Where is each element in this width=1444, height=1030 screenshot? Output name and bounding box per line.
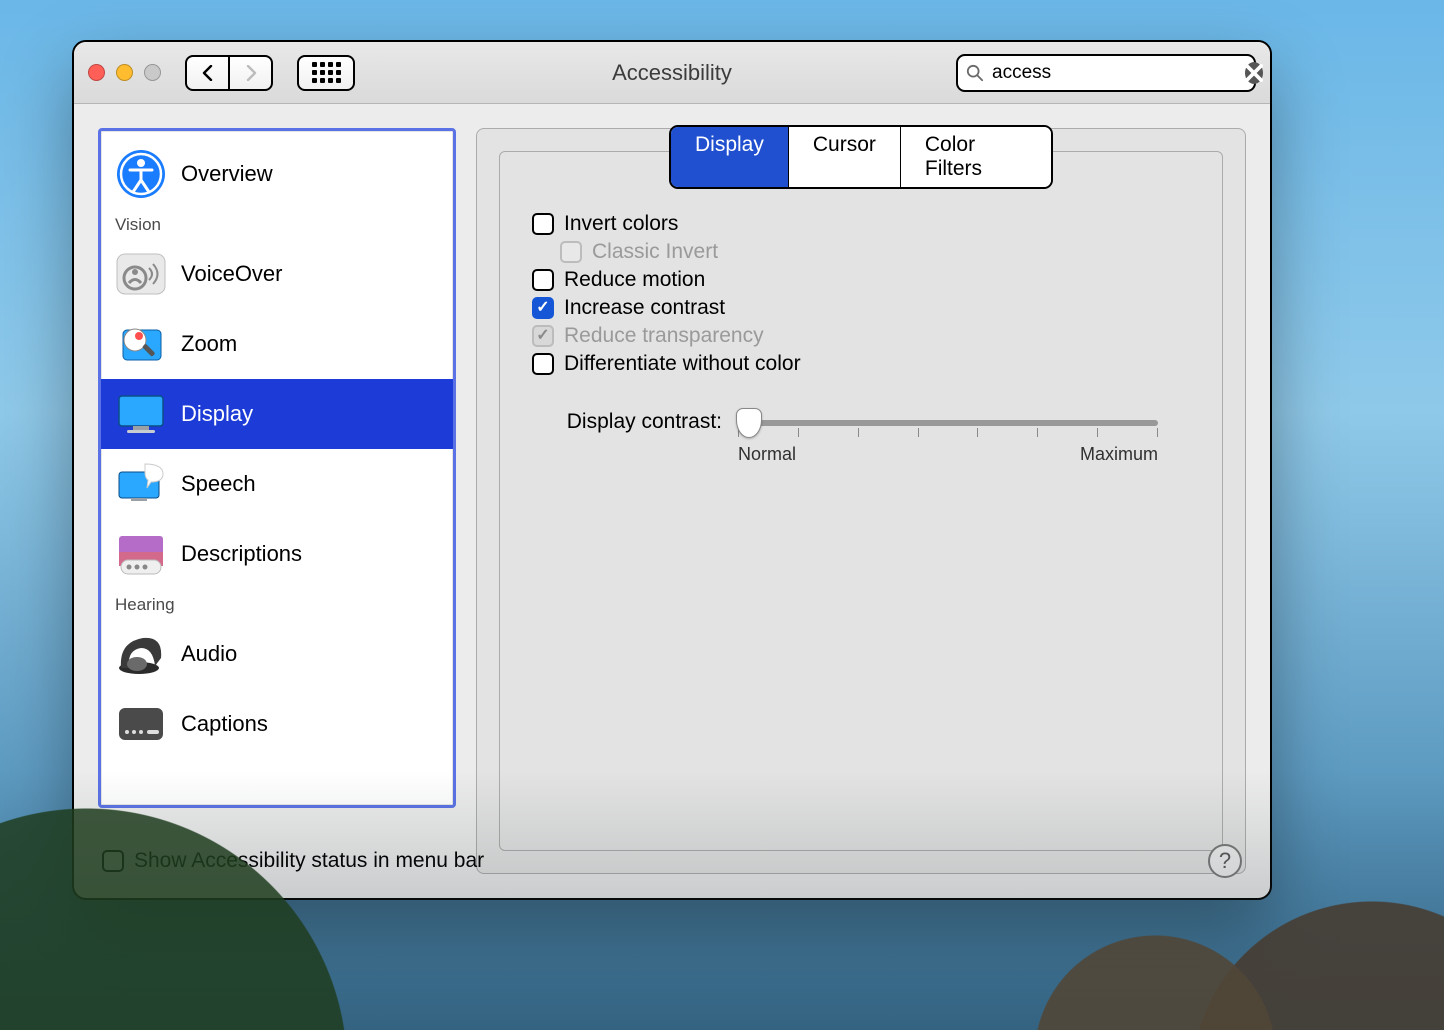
contrast-slider[interactable] (738, 420, 1158, 426)
sidebar-item-label: Speech (181, 471, 256, 497)
option-label: Classic Invert (592, 240, 718, 264)
sidebar-item-display[interactable]: Display (101, 379, 453, 449)
help-button[interactable]: ? (1208, 844, 1242, 878)
window-controls (88, 64, 161, 81)
sidebar-item-label: Audio (181, 641, 237, 667)
sidebar: Overview Vision VoiceOver (98, 128, 456, 808)
sidebar-item-label: Zoom (181, 331, 237, 357)
chevron-right-icon (245, 65, 257, 81)
preferences-window: Accessibility (72, 40, 1272, 900)
search-input[interactable] (992, 62, 1237, 84)
zoom-icon (115, 318, 167, 370)
sidebar-item-speech[interactable]: Speech (101, 449, 453, 519)
clear-search-button[interactable] (1245, 62, 1263, 84)
footer: Show Accessibility status in menu bar ? (74, 830, 1270, 898)
content-area: Overview Vision VoiceOver (74, 104, 1270, 898)
nav-buttons (185, 55, 273, 91)
option-reduce-motion[interactable]: Reduce motion (532, 268, 1190, 292)
x-icon (1245, 64, 1263, 82)
slider-min-label: Normal (738, 444, 796, 465)
question-mark-icon: ? (1219, 848, 1231, 874)
sidebar-section-hearing: Hearing (101, 589, 453, 619)
option-label: Increase contrast (564, 296, 725, 320)
search-field[interactable] (956, 54, 1256, 92)
slider-max-label: Maximum (1080, 444, 1158, 465)
sidebar-item-descriptions[interactable]: Descriptions (101, 519, 453, 589)
slider-thumb[interactable] (736, 408, 762, 438)
speech-icon (115, 458, 167, 510)
detail-panel: Display Cursor Color Filters Invert colo… (476, 128, 1246, 874)
sidebar-item-label: VoiceOver (181, 261, 283, 287)
overview-icon (115, 148, 167, 200)
sidebar-item-label: Captions (181, 711, 268, 737)
option-increase-contrast[interactable]: Increase contrast (532, 296, 1190, 320)
display-contrast-control: Display contrast: Normal Maximum (532, 410, 1190, 465)
tab-cursor[interactable]: Cursor (789, 127, 901, 187)
checkbox[interactable] (532, 213, 554, 235)
forward-button[interactable] (229, 55, 273, 91)
tab-display[interactable]: Display (671, 127, 789, 187)
grid-icon (312, 62, 341, 83)
option-label: Differentiate without color (564, 352, 801, 376)
sidebar-item-label: Overview (181, 161, 273, 187)
sidebar-item-overview[interactable]: Overview (101, 139, 453, 209)
display-icon (115, 388, 167, 440)
search-icon (966, 64, 984, 82)
close-button[interactable] (88, 64, 105, 81)
titlebar: Accessibility (74, 42, 1270, 104)
sidebar-item-zoom[interactable]: Zoom (101, 309, 453, 379)
tab-bar: Display Cursor Color Filters (669, 125, 1053, 189)
sidebar-item-label: Descriptions (181, 541, 302, 567)
checkbox[interactable] (532, 353, 554, 375)
checkbox[interactable] (532, 297, 554, 319)
option-differentiate-without-color[interactable]: Differentiate without color (532, 352, 1190, 376)
sidebar-item-label: Display (181, 401, 253, 427)
back-button[interactable] (185, 55, 229, 91)
tab-content: Invert colors Classic Invert Reduce moti… (499, 151, 1223, 851)
option-label: Reduce transparency (564, 324, 764, 348)
menubar-status-option[interactable]: Show Accessibility status in menu bar (102, 849, 484, 873)
sidebar-item-captions[interactable]: Captions (101, 689, 453, 759)
checkbox (532, 325, 554, 347)
tab-color-filters[interactable]: Color Filters (901, 127, 1051, 187)
option-label: Reduce motion (564, 268, 705, 292)
show-all-button[interactable] (297, 55, 355, 91)
sidebar-item-audio[interactable]: Audio (101, 619, 453, 689)
slider-label: Display contrast: (532, 410, 722, 434)
descriptions-icon (115, 528, 167, 580)
checkbox (560, 241, 582, 263)
sidebar-item-voiceover[interactable]: VoiceOver (101, 239, 453, 309)
sidebar-section-vision: Vision (101, 209, 453, 239)
minimize-button[interactable] (116, 64, 133, 81)
option-label: Invert colors (564, 212, 678, 236)
checkbox[interactable] (532, 269, 554, 291)
captions-icon (115, 698, 167, 750)
option-reduce-transparency: Reduce transparency (532, 324, 1190, 348)
zoom-button[interactable] (144, 64, 161, 81)
checkbox[interactable] (102, 850, 124, 872)
option-invert-colors[interactable]: Invert colors (532, 212, 1190, 236)
audio-icon (115, 628, 167, 680)
voiceover-icon (115, 248, 167, 300)
option-label: Show Accessibility status in menu bar (134, 849, 484, 873)
option-classic-invert: Classic Invert (560, 240, 1190, 264)
chevron-left-icon (202, 65, 214, 81)
